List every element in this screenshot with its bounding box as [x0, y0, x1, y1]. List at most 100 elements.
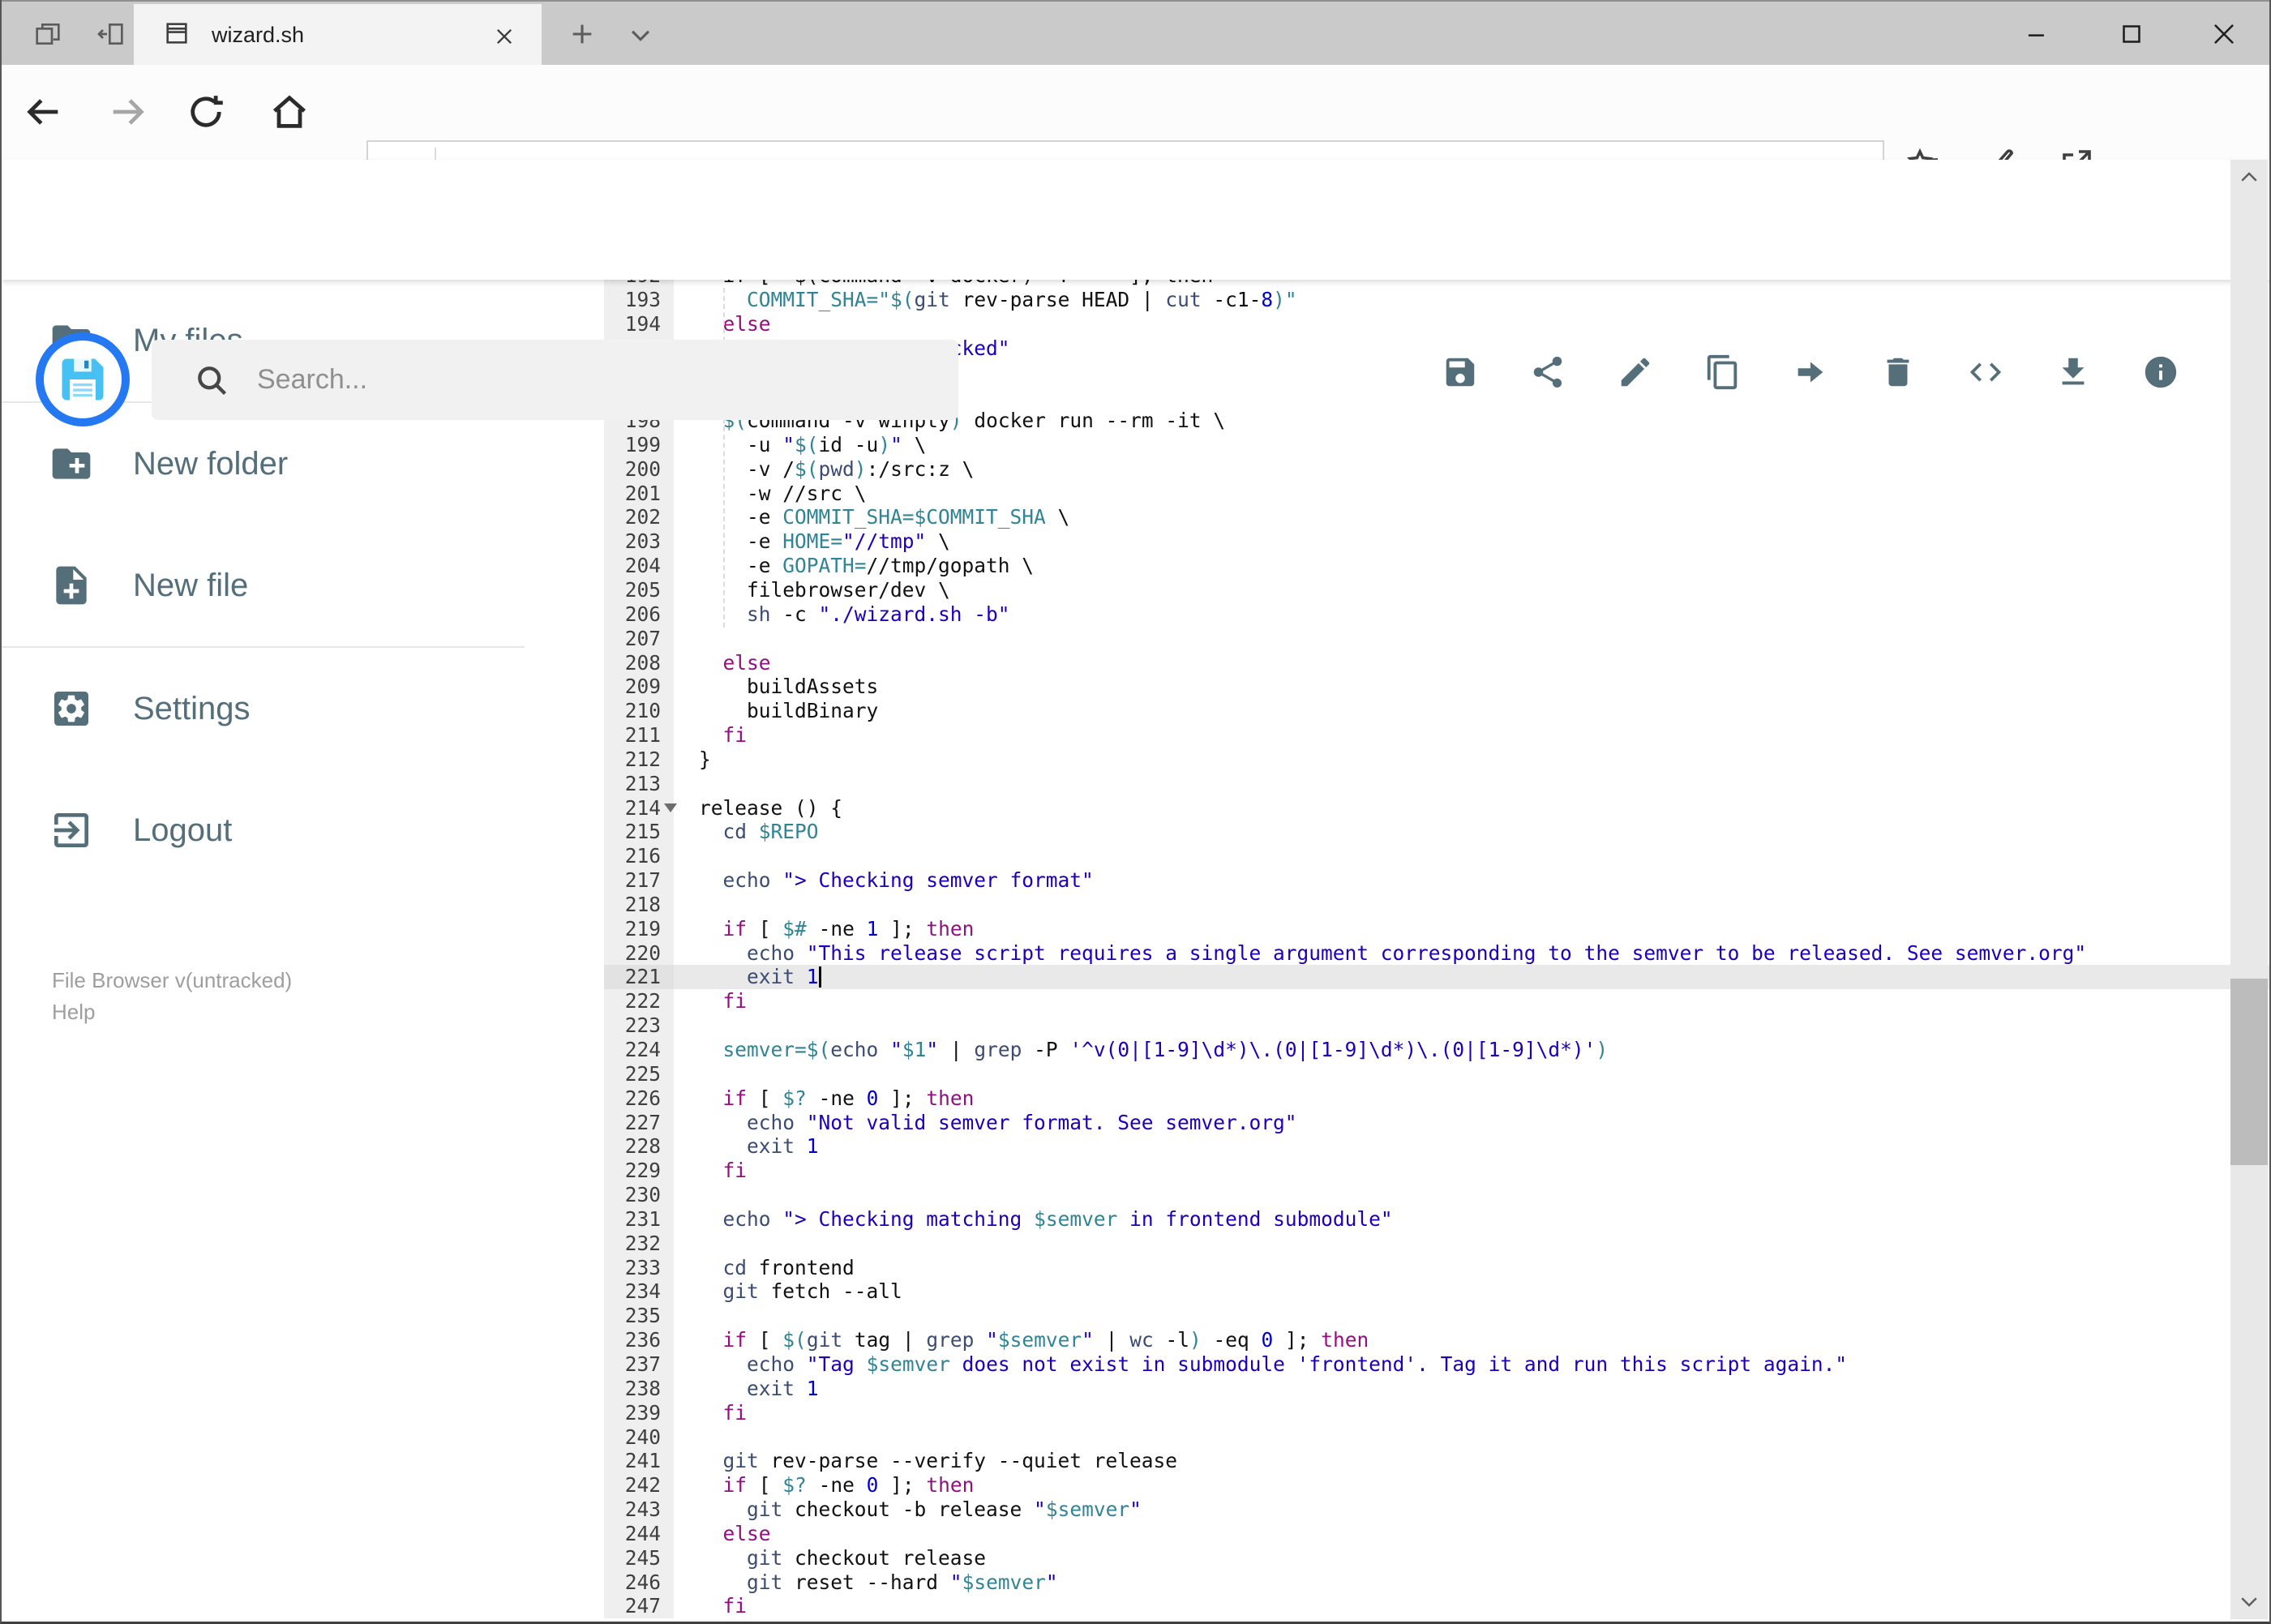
new-tab-button[interactable] [559, 16, 605, 52]
code-line-244[interactable]: 244 else [604, 1521, 2269, 1546]
code-line-216[interactable]: 216 [604, 844, 2269, 869]
code-line-206[interactable]: 206 sh -c "./wizard.sh -b" [604, 602, 2269, 627]
code-editor[interactable]: 192 if [ "$(command -v docker)" != "" ];… [604, 280, 2269, 1622]
code-line-193[interactable]: 193 COMMIT_SHA="$(git rev-parse HEAD | c… [604, 287, 2269, 312]
share-button[interactable] [1528, 353, 1567, 392]
code-line-228[interactable]: 228 exit 1 [604, 1134, 2269, 1159]
fold-marker-icon[interactable] [664, 803, 677, 812]
code-line-194[interactable]: 194 else [604, 311, 2269, 336]
info-button[interactable] [2141, 353, 2180, 392]
code-line-208[interactable]: 208 else [604, 650, 2269, 675]
code-line-225[interactable]: 225 [604, 1061, 2269, 1086]
window-close-button[interactable] [2192, 13, 2256, 55]
copy-button[interactable] [1703, 353, 1742, 392]
code-line-230[interactable]: 230 [604, 1183, 2269, 1207]
code-line-229[interactable]: 229 fi [604, 1159, 2269, 1184]
maximize-button[interactable] [2099, 13, 2164, 55]
download-button[interactable] [2054, 353, 2093, 392]
code-line-240[interactable]: 240 [604, 1425, 2269, 1450]
code-line-203[interactable]: 203 -e HOME="//tmp" \ [604, 529, 2269, 555]
line-number: 242 [604, 1473, 674, 1498]
delete-button[interactable] [1879, 353, 1917, 392]
code-line-226[interactable]: 226 if [ $? -ne 0 ]; then [604, 1086, 2269, 1111]
code-line-231[interactable]: 231 echo "> Checking matching $semver in… [604, 1206, 2269, 1232]
code-line-210[interactable]: 210 buildBinary [604, 699, 2269, 724]
forward-button[interactable] [95, 79, 160, 144]
code-text: echo "This release script requires a sin… [747, 941, 2087, 965]
code-line-218[interactable]: 218 [604, 892, 2269, 917]
code-line-215[interactable]: 215 cd $REPO [604, 820, 2269, 845]
code-line-219[interactable]: 219 if [ $# -ne 1 ]; then [604, 916, 2269, 941]
page-scrollbar[interactable] [2230, 160, 2268, 1619]
sidebar-item-settings[interactable]: Settings [2, 648, 604, 769]
code-line-236[interactable]: 236 if [ $(git tag | grep "$semver" | wc… [604, 1328, 2269, 1352]
code-text: release () { [699, 795, 843, 820]
code-line-200[interactable]: 200 -v /$(pwd):/src:z \ [604, 456, 2269, 482]
scroll-up-button[interactable] [2230, 160, 2268, 195]
code-line-224[interactable]: 224 semver=$(echo "$1" | grep -P '^v(0|[… [604, 1038, 2269, 1062]
code-line-243[interactable]: 243 git checkout -b release "$semver" [604, 1498, 2269, 1522]
search-input[interactable] [257, 364, 906, 396]
sidebar-item-new-file[interactable]: New file [2, 525, 604, 646]
code-line-211[interactable]: 211 fi [604, 723, 2269, 748]
chevron-up-icon [2241, 172, 2257, 182]
code-text: if [ $# -ne 1 ]; then [722, 916, 975, 941]
code-line-222[interactable]: 222 fi [604, 989, 2269, 1014]
sidebar-item-label: Settings [133, 690, 251, 726]
rename-button[interactable] [1616, 353, 1655, 392]
filebrowser-logo[interactable] [36, 332, 130, 426]
line-number: 228 [604, 1134, 674, 1159]
code-text: else [722, 1521, 771, 1545]
code-line-241[interactable]: 241 git rev-parse --verify --quiet relea… [604, 1449, 2269, 1474]
line-number: 209 [604, 675, 674, 700]
code-line-207[interactable]: 207 [604, 626, 2269, 651]
code-line-247[interactable]: 247 fi [604, 1594, 2269, 1619]
code-line-232[interactable]: 232 [604, 1231, 2269, 1256]
code-line-238[interactable]: 238 exit 1 [604, 1376, 2269, 1401]
help-link[interactable]: Help [52, 996, 292, 1028]
minimize-button[interactable] [2005, 13, 2070, 55]
tab-preview-button[interactable] [13, 2, 83, 66]
code-text: git reset --hard "$semver" [747, 1570, 1058, 1594]
home-button[interactable] [257, 79, 322, 144]
code-line-220[interactable]: 220 echo "This release script requires a… [604, 941, 2269, 966]
code-line-205[interactable]: 205 filebrowser/dev \ [604, 577, 2269, 602]
code-text: sh -c "./wizard.sh -b" [747, 602, 1010, 626]
code-line-204[interactable]: 204 -e GOPATH=//tmp/gopath \ [604, 554, 2269, 578]
code-line-223[interactable]: 223 [604, 1013, 2269, 1038]
code-line-202[interactable]: 202 -e COMMIT_SHA=$COMMIT_SHA \ [604, 505, 2269, 530]
back-button[interactable] [11, 79, 76, 144]
code-line-245[interactable]: 245 git checkout release [604, 1545, 2269, 1570]
save-button[interactable] [1441, 353, 1480, 392]
tab-title: wizard.sh [212, 23, 305, 47]
code-line-237[interactable]: 237 echo "Tag $semver does not exist in … [604, 1352, 2269, 1377]
code-line-209[interactable]: 209 buildAssets [604, 675, 2269, 700]
code-line-212[interactable]: 212} [604, 747, 2269, 772]
code-line-214[interactable]: 214 release () { [604, 795, 2269, 821]
browser-tab[interactable]: wizard.sh [134, 4, 542, 66]
move-button[interactable] [1791, 353, 1830, 392]
tab-list-button[interactable] [619, 19, 662, 50]
code-line-192[interactable]: 192 if [ "$(command -v docker)" != "" ];… [604, 280, 2269, 288]
code-line-217[interactable]: 217 echo "> Checking semver format" [604, 868, 2269, 893]
code-line-235[interactable]: 235 [604, 1304, 2269, 1329]
code-line-239[interactable]: 239 fi [604, 1400, 2269, 1425]
code-text: -e HOME="//tmp" \ [699, 529, 950, 554]
code-line-221[interactable]: 221 exit 1 [604, 965, 2269, 990]
source-code-button[interactable] [1966, 353, 2005, 392]
code-line-213[interactable]: 213 [604, 771, 2269, 796]
sidebar-item-logout[interactable]: Logout [2, 769, 604, 891]
code-line-233[interactable]: 233 cd frontend [604, 1255, 2269, 1280]
search-bar[interactable] [152, 340, 958, 420]
code-line-246[interactable]: 246 git reset --hard "$semver" [604, 1570, 2269, 1595]
refresh-button[interactable] [174, 79, 238, 144]
tab-close-button[interactable] [490, 22, 519, 51]
code-line-227[interactable]: 227 echo "Not valid semver format. See s… [604, 1110, 2269, 1135]
scroll-down-button[interactable] [2230, 1583, 2268, 1619]
scrollbar-thumb[interactable] [2230, 979, 2268, 1165]
code-line-201[interactable]: 201 -w //src \ [604, 481, 2269, 506]
code-line-242[interactable]: 242 if [ $? -ne 0 ]; then [604, 1473, 2269, 1498]
code-line-199[interactable]: 199 -u "$(id -u)" \ [604, 432, 2269, 457]
code-line-234[interactable]: 234 git fetch --all [604, 1279, 2269, 1305]
code-text: echo "> Checking semver format" [722, 868, 1094, 893]
